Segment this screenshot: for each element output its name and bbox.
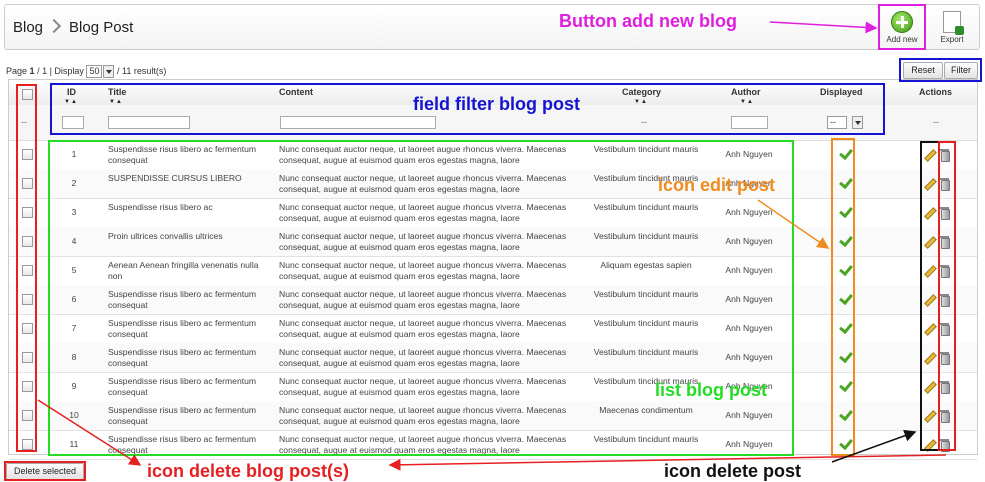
annotation-delete-post: icon delete post [664, 461, 802, 481]
annotation-field-filter: field filter blog post [413, 94, 580, 114]
annotation-edit-post: icon edit post [658, 175, 775, 195]
annotation-add-blog: Button add new blog [559, 11, 737, 31]
annotation-list-post: list blog post [655, 380, 767, 400]
annotation-delete-posts: icon delete blog post(s) [147, 461, 350, 481]
annotation-arrows [37, 21, 947, 471]
